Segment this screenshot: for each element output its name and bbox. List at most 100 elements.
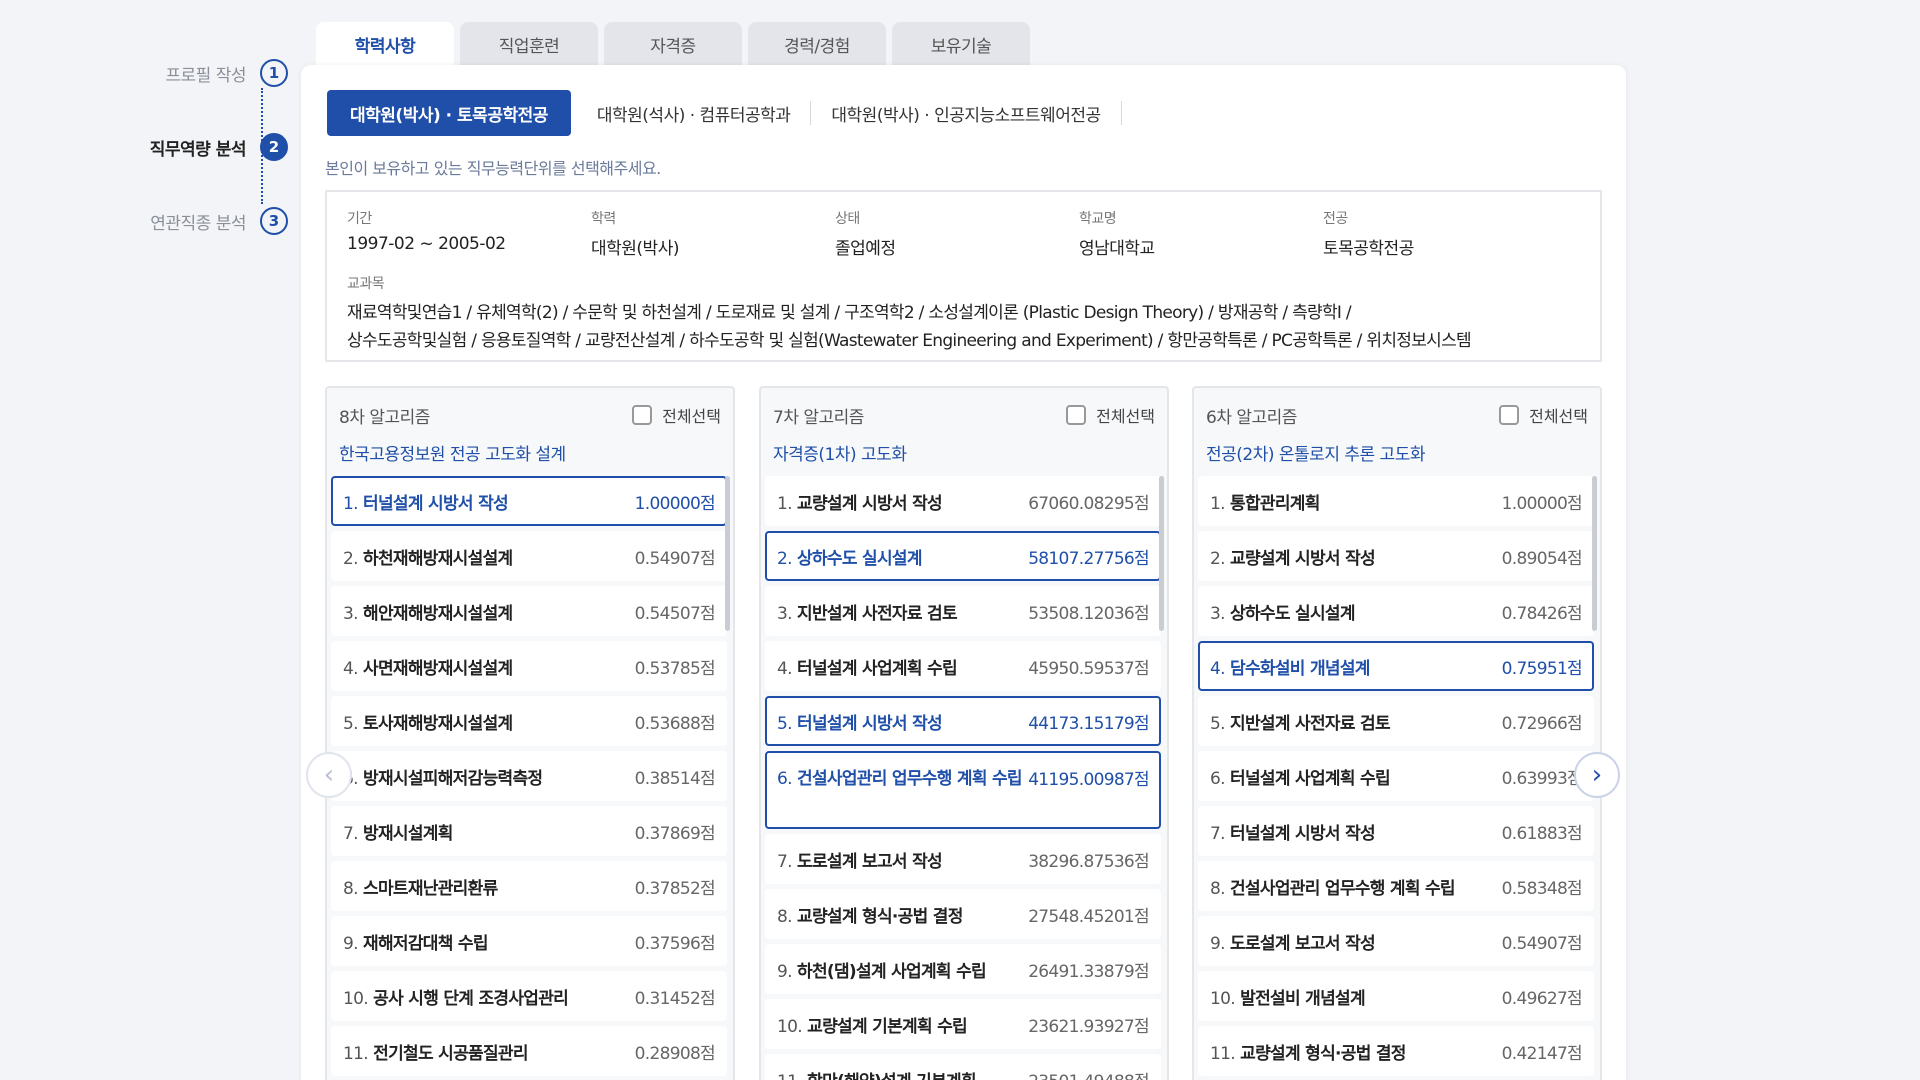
select-all-checkbox[interactable]: 전체선택 [1499,403,1588,427]
item-name: 교량설계 형식·공법 결정 [797,906,963,927]
item-name: 전기철도 시공품질관리 [373,1043,528,1064]
item-score: 0.49627점 [1501,988,1583,1009]
list-item[interactable]: 1. 통합관리계획 1.00000점 [1198,476,1594,526]
list-item[interactable]: 11. 교량설계 형식·공법 결정 0.42147점 [1198,1026,1594,1076]
carousel-next-button[interactable]: › [1574,752,1620,798]
select-all-checkbox[interactable]: 전체선택 [1066,403,1155,427]
list-item[interactable]: 10. 교량설계 기본계획 수립 23621.93927점 [765,999,1161,1049]
subtab-phd-ai[interactable]: 대학원(박사) · 인공지능소프트웨어전공 [811,90,1120,136]
step-label: 직무역량 분석 [149,139,247,160]
card-subtitle: 전공(2차) 온톨로지 추론 고도화 [1206,445,1425,465]
info-status: 상태 졸업예정 [835,208,1079,259]
list-item[interactable]: 1. 터널설계 시방서 작성 1.00000점 [331,476,727,526]
item-score: 0.42147점 [1501,1043,1583,1064]
item-score: 26491.33879점 [1028,961,1150,982]
scrollbar[interactable] [725,476,730,631]
step-related-jobs[interactable]: 연관직종 분석 3 [150,206,288,236]
item-index: 8. [1210,878,1226,899]
tab-career[interactable]: 경력/경험 [748,22,886,66]
item-name: 터널설계 사업계획 수립 [1230,768,1391,789]
list-item[interactable]: 9. 재해저감대책 수립 0.37596점 [331,916,727,966]
item-name: 터널설계 사업계획 수립 [797,658,958,679]
step-number: 3 [260,207,288,235]
list-item[interactable]: 10. 발전설비 개념설계 0.49627점 [1198,971,1594,1021]
list-item[interactable]: 7. 방재시설계획 0.37869점 [331,806,727,856]
list-item[interactable]: 8. 교량설계 형식·공법 결정 27548.45201점 [765,889,1161,939]
list-item[interactable]: 9. 도로설계 보고서 작성 0.54907점 [1198,916,1594,966]
step-competency-analysis[interactable]: 직무역량 분석 2 [150,132,288,162]
list-item[interactable]: 2. 하천재해방재시설설계 0.54907점 [331,531,727,581]
list-item[interactable]: 9. 하천(댐)설계 사업계획 수립 26491.33879점 [765,944,1161,994]
list-item[interactable]: 8. 스마트재난관리환류 0.37852점 [331,861,727,911]
list-item[interactable]: 7. 도로설계 보고서 작성 38296.87536점 [765,834,1161,884]
select-all-checkbox[interactable]: 전체선택 [632,403,721,427]
card-title: 7차 알고리즘 [773,407,864,428]
item-score: 38296.87536점 [1028,851,1150,872]
info-value: 영남대학교 [1079,239,1155,259]
list-item[interactable]: 5. 토사재해방재시설설계 0.53688점 [331,696,727,746]
list-item[interactable]: 11. 항만(해양)설계 기본계획 23501.49488점 [765,1054,1161,1080]
list-item[interactable]: 11. 전기철도 시공품질관리 0.28908점 [331,1026,727,1076]
item-name: 하천재해방재시설설계 [363,548,513,569]
item-index: 8. [343,878,359,899]
info-courses: 교과목 재료역학및연습1 / 유체역학(2) / 수문학 및 하천설계 / 도로… [347,273,1580,355]
item-name: 교량설계 시방서 작성 [1230,548,1376,569]
checkbox-icon[interactable] [1499,405,1520,425]
item-name: 건설사업관리 업무수행 계획 수립 [797,769,1023,789]
item-name: 하천(댐)설계 사업계획 수립 [797,961,987,982]
courses-line: 상수도공학및실험 / 응용토질역학 / 교량전산설계 / 하수도공학 및 실험(… [347,331,1472,351]
tab-training[interactable]: 직업훈련 [460,22,598,66]
list-item[interactable]: 3. 상하수도 실시설계 0.78426점 [1198,586,1594,636]
item-score: 58107.27756점 [1028,548,1150,569]
list-item[interactable]: 6. 터널설계 사업계획 수립 0.63993점 [1198,751,1594,801]
subtab-phd-civil[interactable]: 대학원(박사) · 토목공학전공 [327,90,571,136]
checkbox-icon[interactable] [632,405,653,425]
list-item[interactable]: 10. 공사 시행 단계 조경사업관리 0.31452점 [331,971,727,1021]
item-index: 5. [777,713,793,734]
scrollbar[interactable] [1592,476,1597,631]
step-label: 연관직종 분석 [150,213,246,234]
item-index: 6. [1210,768,1226,789]
item-name: 지반설계 사전자료 검토 [1230,713,1391,734]
step-profile[interactable]: 프로필 작성 1 [165,58,288,88]
list-item[interactable]: 5. 터널설계 시방서 작성 44173.15179점 [765,696,1161,746]
algorithm-card-8: 8차 알고리즘 전체선택 한국고용정보원 전공 고도화 설계 1. 터널설계 시… [325,386,735,1080]
item-index: 1. [1210,493,1226,514]
item-name: 통합관리계획 [1230,493,1320,514]
chevron-left-icon: ‹ [323,760,335,790]
instruction-text: 본인이 보유하고 있는 직무능력단위를 선택해주세요. [325,159,661,178]
list-item[interactable]: 6. 건설사업관리 업무수행 계획 수립 41195.00987점 [765,751,1161,829]
item-index: 1. [343,493,359,514]
scrollbar[interactable] [1159,476,1164,631]
subtab-masters-cs[interactable]: 대학원(석사) · 컴퓨터공학과 [577,90,811,136]
info-value: 1997-02 ~ 2005-02 [347,234,506,254]
list-item[interactable]: 7. 터널설계 시방서 작성 0.61883점 [1198,806,1594,856]
list-item[interactable]: 3. 해안재해방재시설설계 0.54507점 [331,586,727,636]
list-item[interactable]: 8. 건설사업관리 업무수행 계획 수립 0.58348점 [1198,861,1594,911]
algorithm-card-7: 7차 알고리즘 전체선택 자격증(1차) 고도화 1. 교량설계 시방서 작성 6… [759,386,1169,1080]
tab-skills[interactable]: 보유기술 [892,22,1030,66]
item-score: 1.00000점 [634,493,716,514]
item-score: 0.63993점 [1501,768,1583,789]
select-all-label: 전체선택 [1096,407,1155,426]
list-item[interactable]: 2. 상하수도 실시설계 58107.27756점 [765,531,1161,581]
item-score: 0.78426점 [1501,603,1583,624]
list-item[interactable]: 2. 교량설계 시방서 작성 0.89054점 [1198,531,1594,581]
list-item[interactable]: 4. 터널설계 사업계획 수립 45950.59537점 [765,641,1161,691]
list-item[interactable]: 4. 담수화설비 개념설계 0.75951점 [1198,641,1594,691]
item-score: 41195.00987점 [1028,770,1150,790]
list-item[interactable]: 5. 지반설계 사전자료 검토 0.72966점 [1198,696,1594,746]
list-item[interactable]: 1. 교량설계 시방서 작성 67060.08295점 [765,476,1161,526]
tab-education[interactable]: 학력사항 [316,22,454,66]
list-item[interactable]: 4. 사면재해방재시설설계 0.53785점 [331,641,727,691]
item-index: 11. [343,1043,369,1064]
list-item[interactable]: 6. 방재시설피해저감능력측정0.38514점 [331,751,727,801]
item-score: 1.00000점 [1501,493,1583,514]
competency-list: 1. 교량설계 시방서 작성 67060.08295점 2. 상하수도 실시설계 5… [765,476,1161,1080]
carousel-prev-button[interactable]: ‹ [306,752,352,798]
checkbox-icon[interactable] [1066,405,1087,425]
list-item[interactable]: 3. 지반설계 사전자료 검토 53508.12036점 [765,586,1161,636]
tab-certificate[interactable]: 자격증 [604,22,742,66]
item-index: 2. [777,548,793,569]
item-index: 4. [343,658,359,679]
